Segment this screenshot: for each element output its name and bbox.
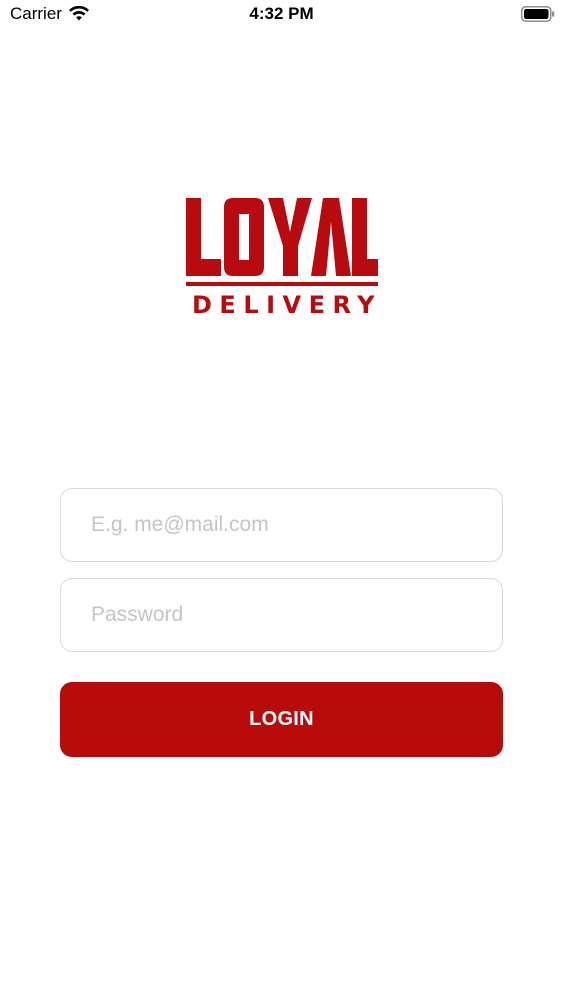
email-input[interactable] (61, 489, 502, 561)
battery-icon (521, 6, 555, 22)
status-bar: Carrier 4:32 PM (0, 0, 563, 30)
logo-subtitle: DELIVERY (192, 291, 383, 319)
email-field[interactable] (60, 488, 503, 562)
logo-wordmark (186, 198, 378, 286)
password-input[interactable] (61, 579, 502, 651)
brand-logo: DELIVERY (186, 196, 378, 324)
login-button[interactable]: LOGIN (60, 682, 503, 757)
password-field[interactable] (60, 578, 503, 652)
status-time: 4:32 PM (249, 4, 314, 23)
